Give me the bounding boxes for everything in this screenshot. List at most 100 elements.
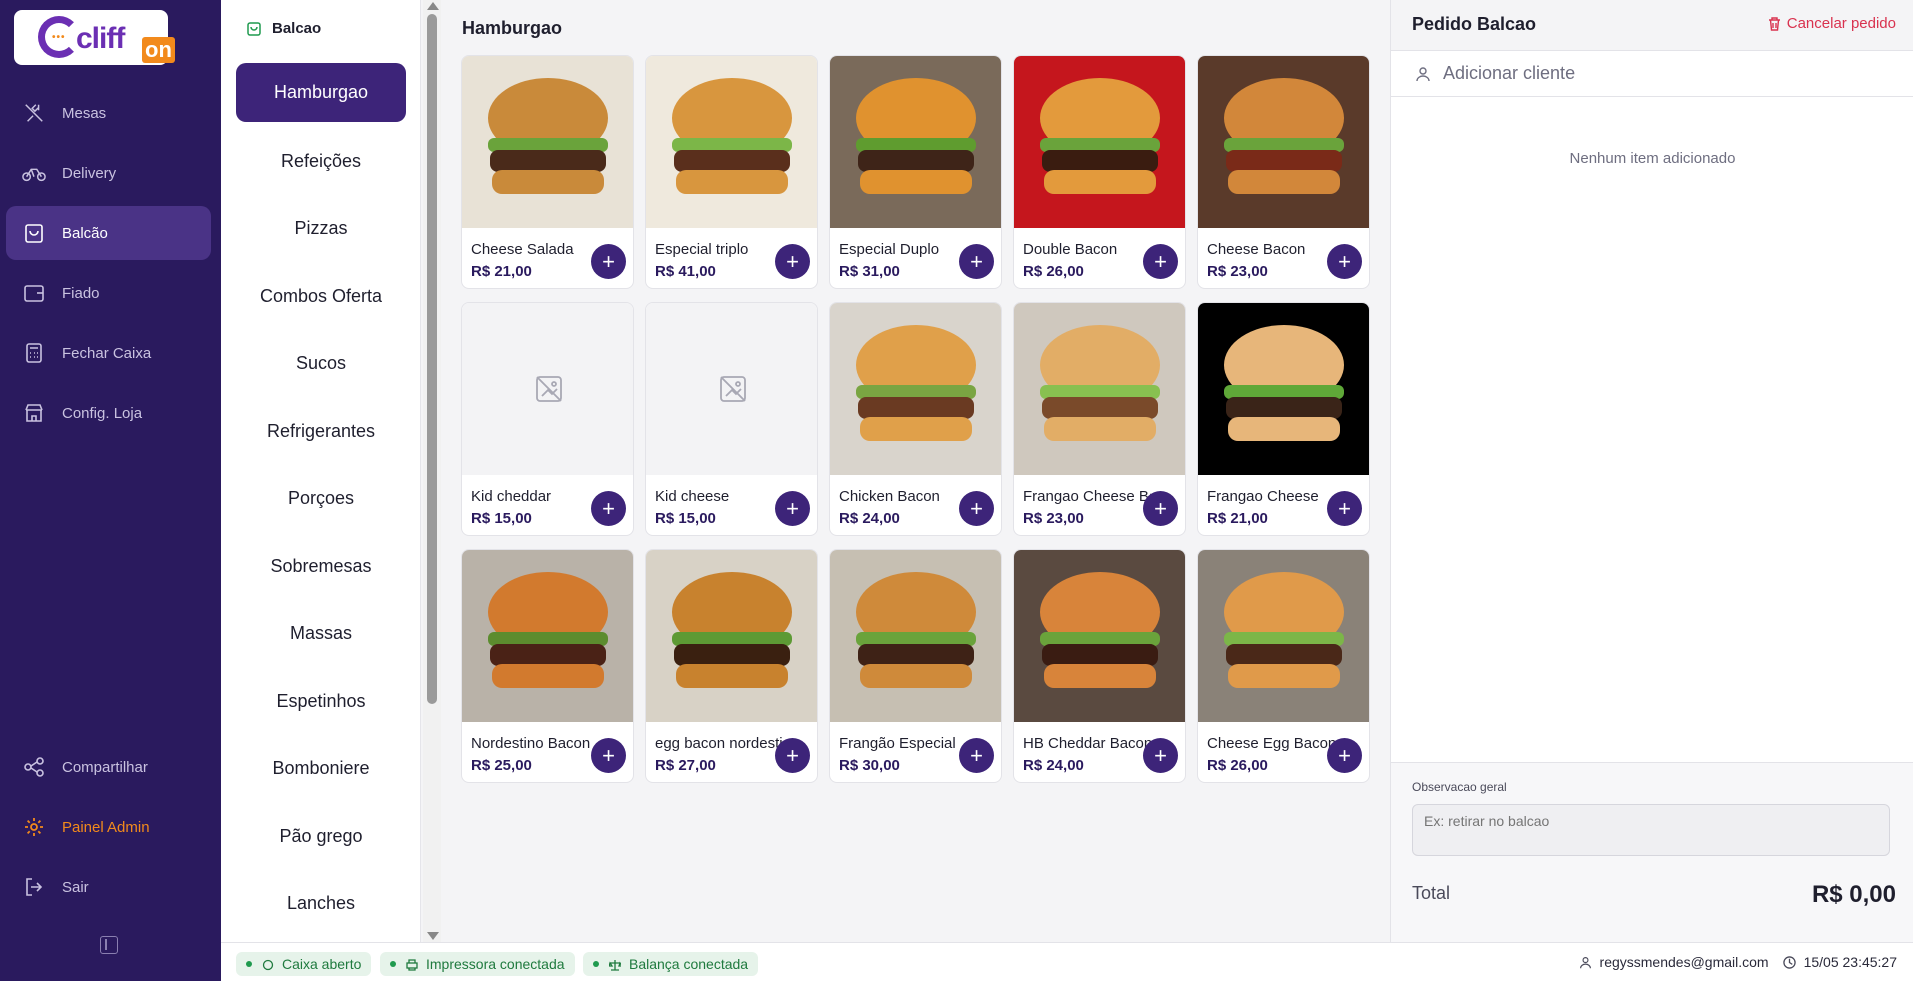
category-lanches[interactable]: Lanches xyxy=(236,874,406,933)
category-bomboniere[interactable]: Bomboniere xyxy=(236,739,406,798)
add-to-order-button[interactable]: + xyxy=(591,491,626,526)
product-card[interactable]: Frangao Cheese Bacon R$ 23,00 + xyxy=(1013,302,1186,536)
total-label: Total xyxy=(1412,883,1451,903)
order-header: Pedido Balcao Cancelar pedido xyxy=(1391,0,1913,51)
product-card[interactable]: Especial triplo R$ 41,00 + xyxy=(645,55,818,289)
category-hamburgao[interactable]: Hamburgao xyxy=(236,63,406,122)
logo-text: cliff xyxy=(76,22,125,55)
obs-input[interactable] xyxy=(1412,804,1890,856)
category-list: Balcao Hamburgao Refeições Pizzas Combos… xyxy=(221,0,421,942)
nav-item-delivery[interactable]: Delivery xyxy=(6,146,211,200)
clock-icon xyxy=(1782,955,1796,969)
status-label: Impressora conectada xyxy=(426,956,565,972)
add-to-order-button[interactable]: + xyxy=(1327,491,1362,526)
category-sobremesas[interactable]: Sobremesas xyxy=(236,537,406,596)
category-pizzas[interactable]: Pizzas xyxy=(236,199,406,258)
product-photo xyxy=(1198,56,1369,228)
nav-item-label: Fiado xyxy=(62,284,100,302)
add-to-order-button[interactable]: + xyxy=(775,738,810,773)
add-to-order-button[interactable]: + xyxy=(775,244,810,279)
order-title: Pedido Balcao xyxy=(1412,14,1537,34)
scroll-thumb[interactable] xyxy=(427,14,437,704)
add-client-button[interactable]: Adicionar cliente xyxy=(1391,51,1913,97)
nav-item-compartilhar[interactable]: Compartilhar xyxy=(6,740,211,794)
product-photo xyxy=(462,550,633,722)
product-price: R$ 24,00 xyxy=(839,510,900,527)
cancel-order-button[interactable]: Cancelar pedido xyxy=(1768,15,1896,32)
add-to-order-button[interactable]: + xyxy=(1327,244,1362,279)
nav-item-balcao[interactable]: Balcão xyxy=(6,206,211,260)
product-name: Frangao Cheese xyxy=(1207,488,1319,505)
product-card[interactable]: Frangão Especial R$ 30,00 + xyxy=(829,549,1002,783)
nav-item-mesas[interactable]: Mesas xyxy=(6,86,211,140)
product-photo xyxy=(1014,56,1185,228)
product-card[interactable]: Cheese Bacon R$ 23,00 + xyxy=(1197,55,1370,289)
product-card[interactable]: egg bacon nordestino R$ 27,00 + xyxy=(645,549,818,783)
category-scrollbar[interactable] xyxy=(423,0,441,942)
product-photo xyxy=(462,56,633,228)
main-nav: ••• cliff on Mesas Delivery Balcão Fiado… xyxy=(0,0,221,981)
add-to-order-button[interactable]: + xyxy=(959,244,994,279)
product-name: Frangão Especial xyxy=(839,735,956,752)
product-price: R$ 25,00 xyxy=(471,757,532,774)
nav-item-painel-admin[interactable]: Painel Admin xyxy=(6,800,211,854)
nav-item-fechar-caixa[interactable]: Fechar Caixa xyxy=(6,326,211,380)
category-pao-grego[interactable]: Pão grego xyxy=(236,807,406,866)
status-dot xyxy=(246,961,252,967)
scroll-up-icon[interactable] xyxy=(427,2,439,10)
category-espetinhos[interactable]: Espetinhos xyxy=(236,672,406,731)
product-price: R$ 23,00 xyxy=(1207,263,1268,280)
product-card[interactable]: Kid cheddar R$ 15,00 + xyxy=(461,302,634,536)
add-to-order-button[interactable]: + xyxy=(959,491,994,526)
category-sucos[interactable]: Sucos xyxy=(236,334,406,393)
category-massas[interactable]: Massas xyxy=(236,604,406,663)
product-photo xyxy=(646,550,817,722)
product-card[interactable]: Double Bacon R$ 26,00 + xyxy=(1013,55,1186,289)
collapse-sidebar-icon[interactable] xyxy=(100,936,118,954)
category-refrigerantes[interactable]: Refrigerantes xyxy=(236,402,406,461)
product-name: HB Cheddar Bacon xyxy=(1023,735,1151,752)
product-price: R$ 23,00 xyxy=(1023,510,1084,527)
product-card[interactable]: Chicken Bacon R$ 24,00 + xyxy=(829,302,1002,536)
user-info: regyssmendes@gmail.com 15/05 23:45:27 xyxy=(1579,954,1897,970)
category-combos-oferta[interactable]: Combos Oferta xyxy=(236,267,406,326)
add-to-order-button[interactable]: + xyxy=(1143,491,1178,526)
add-to-order-button[interactable]: + xyxy=(959,738,994,773)
status-label: Balança conectada xyxy=(629,956,749,972)
nav-item-label: Balcão xyxy=(62,224,108,242)
product-name: Especial Duplo xyxy=(839,241,940,258)
status-bar: Caixa aberto Impressora conectada Balanç… xyxy=(221,942,1913,981)
nav-item-sair[interactable]: Sair xyxy=(6,860,211,914)
product-card[interactable]: Frangao Cheese R$ 21,00 + xyxy=(1197,302,1370,536)
product-name: Chicken Bacon xyxy=(839,488,940,505)
status-dot xyxy=(390,961,396,967)
add-to-order-button[interactable]: + xyxy=(1143,244,1178,279)
category-porcoes[interactable]: Porçoes xyxy=(236,469,406,528)
product-card[interactable]: Cheese Egg Bacon R$ 26,00 + xyxy=(1197,549,1370,783)
product-name: egg bacon nordestino xyxy=(655,735,783,752)
product-card[interactable]: HB Cheddar Bacon R$ 24,00 + xyxy=(1013,549,1186,783)
product-card[interactable]: Cheese Salada R$ 21,00 + xyxy=(461,55,634,289)
add-to-order-button[interactable]: + xyxy=(591,738,626,773)
product-card[interactable]: Nordestino Bacon R$ 25,00 + xyxy=(461,549,634,783)
nav-item-config-loja[interactable]: Config. Loja xyxy=(6,386,211,440)
product-photo xyxy=(1198,550,1369,722)
nav-item-label: Delivery xyxy=(62,164,117,182)
scale-icon xyxy=(608,958,624,971)
scroll-down-icon[interactable] xyxy=(427,932,439,940)
product-card[interactable]: Kid cheese R$ 15,00 + xyxy=(645,302,818,536)
add-to-order-button[interactable]: + xyxy=(1327,738,1362,773)
brand-logo[interactable]: ••• cliff on xyxy=(14,10,175,65)
gear-icon xyxy=(22,815,46,839)
category-refeicoes[interactable]: Refeições xyxy=(236,132,406,191)
add-to-order-button[interactable]: + xyxy=(591,244,626,279)
product-name: Kid cheese xyxy=(655,488,730,505)
add-to-order-button[interactable]: + xyxy=(775,491,810,526)
nav-item-label: Compartilhar xyxy=(62,758,148,776)
nav-item-label: Sair xyxy=(62,878,89,896)
product-card[interactable]: Especial Duplo R$ 31,00 + xyxy=(829,55,1002,289)
trash-icon xyxy=(1768,16,1781,31)
nav-item-fiado[interactable]: Fiado xyxy=(6,266,211,320)
add-to-order-button[interactable]: + xyxy=(1143,738,1178,773)
datetime: 15/05 23:45:27 xyxy=(1803,954,1897,970)
